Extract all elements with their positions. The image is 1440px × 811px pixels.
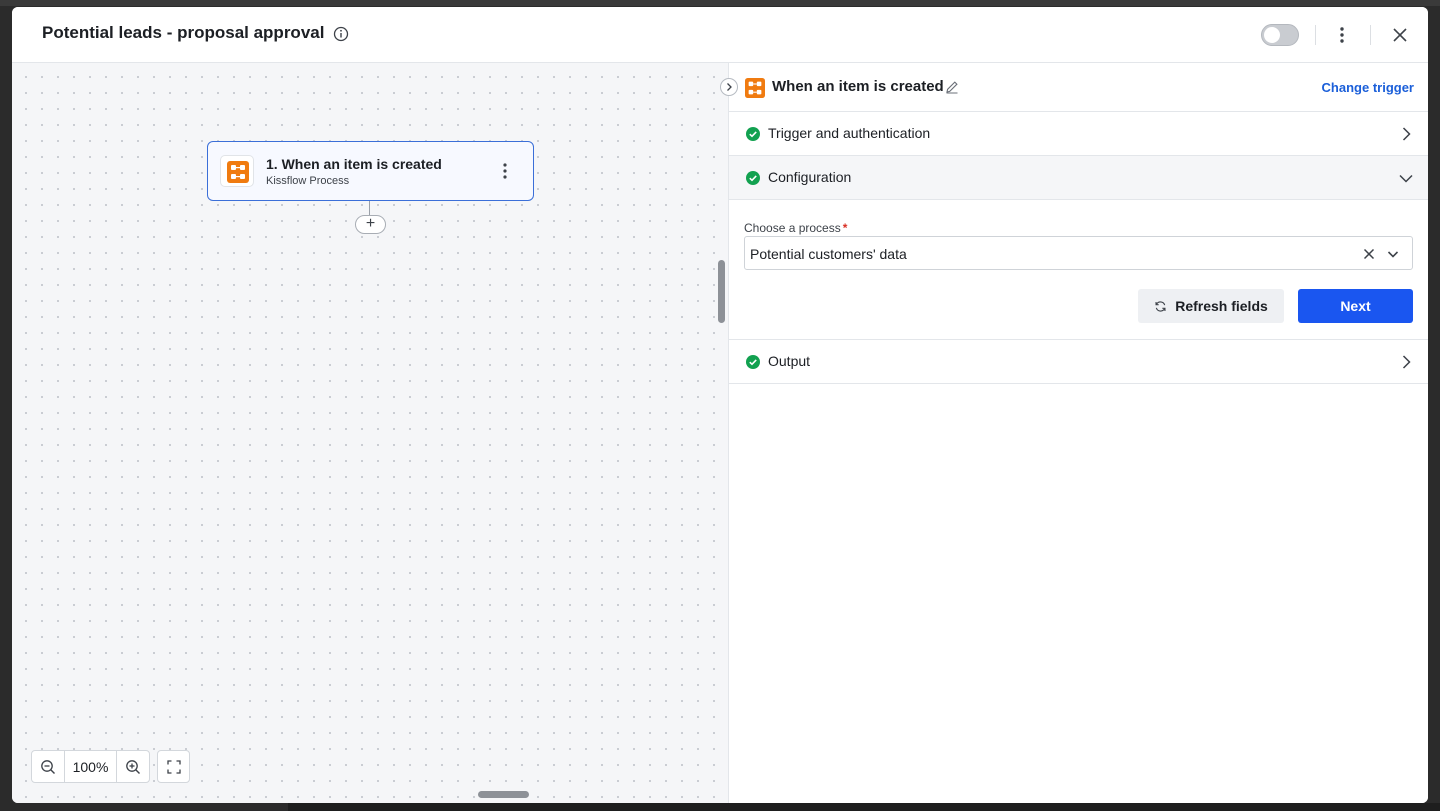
header-divider [1370,25,1371,45]
zoom-level: 100% [64,751,117,782]
node-menu-icon[interactable] [497,160,513,182]
zoom-controls: 100% [31,750,150,783]
workflow-canvas[interactable]: 1. When an item is created Kissflow Proc… [12,63,728,803]
panel-title: When an item is created [772,78,944,95]
section-label: Trigger and authentication [768,125,931,141]
active-toggle[interactable] [1261,24,1299,46]
vertical-scrollbar[interactable] [718,260,725,323]
refresh-icon [1155,300,1166,312]
panel-header: When an item is created Change trigger [729,63,1428,112]
info-icon[interactable] [333,26,349,42]
check-circle-icon [746,127,760,141]
section-configuration[interactable]: Configuration [729,156,1428,200]
next-button[interactable]: Next [1298,289,1413,323]
header-divider [1315,25,1316,45]
node-icon-frame [220,155,254,187]
node-title: 1. When an item is created [266,156,442,172]
required-mark: * [842,221,848,235]
zoom-in-button[interactable] [117,751,149,782]
zoom-out-icon [41,759,55,774]
pencil-icon[interactable] [945,80,959,94]
process-select[interactable]: Potential customers' data [744,236,1413,270]
section-output[interactable]: Output [729,340,1428,384]
chevron-right-icon [1402,355,1411,369]
page-title: Potential leads - proposal approval [42,23,325,42]
workflow-modal: Potential leads - proposal approval 1. W… [12,7,1428,803]
fit-screen-button[interactable] [157,750,190,783]
clear-icon[interactable] [1362,247,1376,261]
chevron-right-icon [1402,127,1411,141]
more-options-icon[interactable] [1334,23,1350,47]
process-select-value: Potential customers' data [750,246,907,262]
node-subtitle: Kissflow Process [266,175,350,187]
backdrop-bottom [288,803,1440,811]
modal-header: Potential leads - proposal approval [12,7,1428,63]
section-trigger-auth[interactable]: Trigger and authentication [729,112,1428,156]
change-trigger-link[interactable]: Change trigger [1322,80,1414,95]
check-circle-icon [746,355,760,369]
trigger-node[interactable]: 1. When an item is created Kissflow Proc… [207,141,534,201]
process-label-text: Choose a process [744,221,841,235]
section-label: Output [768,353,811,369]
kissflow-logo [745,78,765,98]
refresh-fields-label: Refresh fields [1175,298,1268,314]
horizontal-scrollbar[interactable] [478,791,529,798]
fit-screen-icon [166,759,181,774]
check-circle-icon [746,171,760,185]
toggle-knob [1264,27,1280,43]
zoom-out-button[interactable] [32,751,64,782]
refresh-fields-button[interactable]: Refresh fields [1138,289,1284,323]
add-step-button[interactable]: + [355,215,386,234]
section-label: Configuration [768,169,852,185]
kissflow-logo [227,161,249,183]
close-icon[interactable] [1391,26,1409,44]
chevron-down-icon [1399,174,1413,183]
chevron-down-icon[interactable] [1386,247,1400,261]
trigger-config-panel: When an item is created Change trigger T… [720,63,1428,803]
zoom-in-icon [126,759,140,774]
backdrop-top [0,0,1440,6]
process-field-label: Choose a process * [744,221,847,235]
